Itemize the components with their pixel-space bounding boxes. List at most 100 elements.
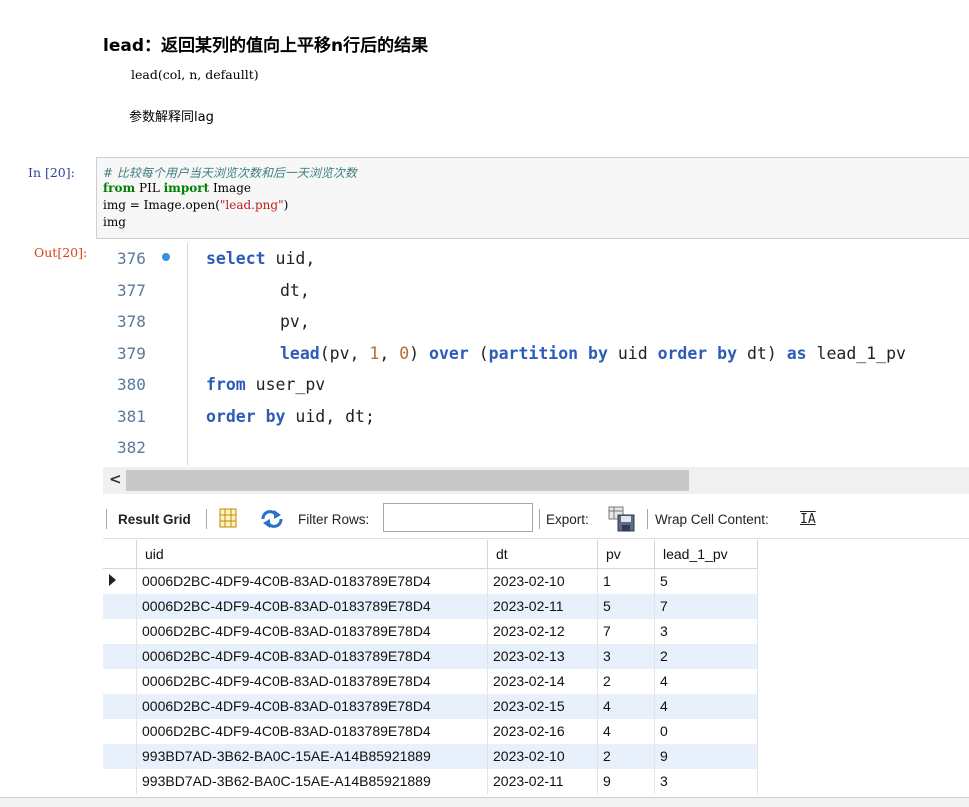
scrollbar-thumb[interactable] [126,470,689,491]
cell-lead-1-pv[interactable]: 2 [655,644,758,669]
toolbar-separator [539,509,540,529]
sql-line-dt: dt, [280,281,310,300]
sql-text: ) [409,344,430,363]
cell-uid[interactable]: 0006D2BC-4DF9-4C0B-83AD-0183789E78D4 [137,594,488,619]
row-selector[interactable] [103,569,137,594]
cell-dt[interactable]: 2023-02-11 [488,769,598,794]
row-selector[interactable] [103,669,137,694]
row-selector[interactable] [103,644,137,669]
row-selector[interactable] [103,694,137,719]
table-row[interactable]: 0006D2BC-4DF9-4C0B-83AD-0183789E78D4 2023… [103,669,758,694]
row-selector[interactable] [103,769,137,794]
gutter-divider [187,243,188,465]
code-comment-line: # 比较每个用户当天浏览次数和后一天浏览次数 [103,166,357,180]
line-number: 380 [117,375,146,394]
column-header-uid[interactable]: uid [137,540,488,569]
cell-lead-1-pv[interactable]: 3 [655,619,758,644]
cell-pv[interactable]: 2 [598,744,655,769]
wrap-cell-toggle-icon[interactable]: IA [800,512,816,527]
input-prompt: In [20]: [28,165,75,180]
line-number: 379 [117,344,146,363]
cell-lead-1-pv[interactable]: 3 [655,769,758,794]
export-save-icon[interactable] [608,506,636,532]
cell-lead-1-pv[interactable]: 9 [655,744,758,769]
table-row[interactable]: 0006D2BC-4DF9-4C0B-83AD-0183789E78D4 2023… [103,619,758,644]
code-module: PIL [135,181,164,195]
bottom-scrollbar[interactable] [0,797,969,807]
grid-header-selector [103,540,137,569]
cell-uid[interactable]: 0006D2BC-4DF9-4C0B-83AD-0183789E78D4 [137,694,488,719]
cell-pv[interactable]: 1 [598,569,655,594]
code-img-line: img [103,215,126,229]
cell-dt[interactable]: 2023-02-15 [488,694,598,719]
cell-pv[interactable]: 4 [598,694,655,719]
grid-layout-icon[interactable] [219,508,237,528]
line-number: 377 [117,281,146,300]
cell-lead-1-pv[interactable]: 5 [655,569,758,594]
cell-pv[interactable]: 3 [598,644,655,669]
cell-pv[interactable]: 7 [598,619,655,644]
sql-line-select: select uid, [206,249,315,268]
markdown-code-signature: lead(col, n, defaullt) [131,67,259,82]
cell-dt[interactable]: 2023-02-16 [488,719,598,744]
cell-dt[interactable]: 2023-02-13 [488,644,598,669]
cell-dt[interactable]: 2023-02-12 [488,619,598,644]
toolbar-separator [206,509,207,529]
column-header-dt[interactable]: dt [488,540,598,569]
cell-uid[interactable]: 993BD7AD-3B62-BA0C-15AE-A14B85921889 [137,769,488,794]
sql-text: user_pv [245,375,326,394]
sql-number: 0 [399,344,410,363]
cell-dt[interactable]: 2023-02-11 [488,594,598,619]
filter-rows-input[interactable] [383,503,533,532]
cell-pv[interactable]: 2 [598,669,655,694]
table-row[interactable]: 0006D2BC-4DF9-4C0B-83AD-0183789E78D4 2023… [103,594,758,619]
scroll-left-arrow-icon[interactable]: < [109,470,122,488]
cell-uid[interactable]: 0006D2BC-4DF9-4C0B-83AD-0183789E78D4 [137,644,488,669]
sql-function: lead [280,344,320,363]
current-row-pointer-icon [109,574,116,586]
code-cell-editor[interactable]: # 比较每个用户当天浏览次数和后一天浏览次数 from PIL import I… [96,157,969,239]
cell-lead-1-pv[interactable]: 4 [655,694,758,719]
sql-keyword: partition by [488,344,608,363]
cell-lead-1-pv[interactable]: 4 [655,669,758,694]
table-row[interactable]: 0006D2BC-4DF9-4C0B-83AD-0183789E78D4 2023… [103,569,758,594]
cell-dt[interactable]: 2023-02-14 [488,669,598,694]
table-row[interactable]: 0006D2BC-4DF9-4C0B-83AD-0183789E78D4 2023… [103,644,758,669]
row-selector[interactable] [103,744,137,769]
sql-text: lead_1_pv [806,344,906,363]
table-row[interactable]: 0006D2BC-4DF9-4C0B-83AD-0183789E78D4 2023… [103,719,758,744]
sql-keyword: select [206,249,266,268]
line-number: 382 [117,438,146,457]
cell-dt[interactable]: 2023-02-10 [488,569,598,594]
table-row[interactable]: 0006D2BC-4DF9-4C0B-83AD-0183789E78D4 2023… [103,694,758,719]
cell-pv[interactable]: 9 [598,769,655,794]
cell-lead-1-pv[interactable]: 0 [655,719,758,744]
code-open-pre: img = Image.open( [103,198,220,212]
row-selector[interactable] [103,719,137,744]
result-toolbar: Result Grid Filter Rows: Export: Wrap Ce… [103,499,969,539]
horizontal-scrollbar[interactable]: < [103,467,969,494]
row-selector[interactable] [103,594,137,619]
table-row[interactable]: 993BD7AD-3B62-BA0C-15AE-A14B85921889 2023… [103,744,758,769]
sql-editor[interactable]: 376 377 378 379 380 381 382 select uid, … [103,243,969,465]
row-selector[interactable] [103,619,137,644]
cell-uid[interactable]: 0006D2BC-4DF9-4C0B-83AD-0183789E78D4 [137,669,488,694]
cell-uid[interactable]: 993BD7AD-3B62-BA0C-15AE-A14B85921889 [137,744,488,769]
cell-uid[interactable]: 0006D2BC-4DF9-4C0B-83AD-0183789E78D4 [137,719,488,744]
refresh-icon[interactable] [260,509,284,529]
filter-rows-label: Filter Rows: [298,512,370,527]
column-header-pv[interactable]: pv [598,540,655,569]
cell-pv[interactable]: 5 [598,594,655,619]
code-string: "lead.png" [219,198,284,212]
table-row[interactable]: 993BD7AD-3B62-BA0C-15AE-A14B85921889 2023… [103,769,758,794]
result-grid-tab[interactable]: Result Grid [118,512,191,527]
column-header-lead-1-pv[interactable]: lead_1_pv [655,540,758,569]
breakpoint-dot-icon [162,253,170,261]
cell-uid[interactable]: 0006D2BC-4DF9-4C0B-83AD-0183789E78D4 [137,619,488,644]
cell-dt[interactable]: 2023-02-10 [488,744,598,769]
cell-pv[interactable]: 4 [598,719,655,744]
cell-uid[interactable]: 0006D2BC-4DF9-4C0B-83AD-0183789E78D4 [137,569,488,594]
cell-lead-1-pv[interactable]: 7 [655,594,758,619]
sql-keyword: order by [206,407,286,426]
sql-text: ( [468,344,489,363]
